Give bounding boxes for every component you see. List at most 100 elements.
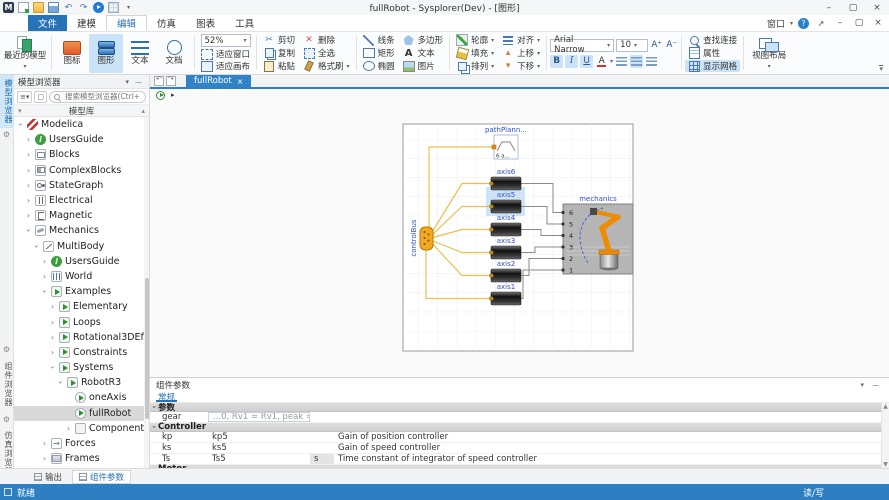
bottom-tab-component-parameters[interactable]: 组件参数 (72, 470, 131, 484)
document-tab-fullRobot[interactable]: fullRobot × (186, 75, 251, 87)
open-icon[interactable] (33, 2, 44, 13)
tree-scrollbar-thumb[interactable] (145, 278, 149, 418)
grow-font-button[interactable]: A⁺ (650, 39, 663, 52)
align-center-button[interactable] (630, 55, 643, 68)
fit-canvas-button[interactable]: 适应画布 (198, 60, 253, 72)
tree-item-Systems[interactable]: ›Systems (14, 360, 149, 375)
collapse-all-button[interactable]: ▢ (34, 91, 47, 103)
bottom-tab-output[interactable]: 输出 (28, 470, 68, 484)
line-button[interactable]: 线条 (360, 34, 398, 46)
param-row-Ts[interactable]: TsTs5sTime constant of integrator of spe… (150, 454, 889, 465)
tree-item-Blocks[interactable]: ›Blocks (14, 147, 149, 162)
menu-tab-4[interactable]: 工具 (225, 15, 264, 31)
param-value[interactable]: Ts5 (208, 454, 310, 464)
mdi-restore-button[interactable]: ▢ (852, 18, 866, 28)
close-tab-icon[interactable]: × (237, 77, 244, 86)
tree-collapsed-icon[interactable]: › (49, 334, 56, 341)
search-input[interactable] (63, 91, 141, 102)
tree-collapsed-icon[interactable]: › (25, 212, 32, 219)
tree-collapsed-icon[interactable]: › (25, 197, 32, 204)
move-up-button[interactable]: 上移▾ (499, 47, 543, 59)
param-section-参数[interactable]: ›参数 (150, 403, 889, 412)
tree-collapsed-icon[interactable]: › (41, 455, 48, 462)
search-box[interactable] (49, 91, 146, 103)
recent-models-button[interactable]: 最近的模型 ▾ (2, 34, 48, 73)
delete-button[interactable]: 删除 (300, 34, 353, 46)
save-icon[interactable] (48, 2, 59, 13)
font-color-button[interactable]: A (595, 55, 608, 68)
tree-collapsed-icon[interactable]: › (49, 349, 56, 356)
tree-item-Components[interactable]: ›Components (14, 421, 149, 436)
show-grid-button[interactable]: 显示网格 (685, 60, 740, 72)
panel-menu-icon[interactable]: ▾ (122, 78, 132, 86)
scroll-down-icon[interactable]: ▼ (883, 461, 888, 468)
float-window-button[interactable]: ↗ (814, 19, 828, 28)
tree-expanded-icon[interactable]: › (33, 243, 40, 250)
tree-collapsed-icon[interactable]: › (41, 258, 48, 265)
find-connection-button[interactable]: 查找连接 (685, 34, 740, 46)
gear-icon[interactable]: ⚙ (0, 345, 13, 354)
diagram-view-button[interactable]: 图形 (89, 34, 123, 73)
param-row-kp[interactable]: kpkp5Gain of position controller (150, 432, 889, 443)
panel-menu-icon[interactable]: ▾ (856, 381, 868, 389)
param-value[interactable]: ...0, Rv1 = Rv1, peak = peak, i = ratio) (208, 412, 310, 422)
gear-icon[interactable]: ⚙ (0, 415, 13, 424)
tree-item-Magnetic[interactable]: ›Magnetic (14, 208, 149, 223)
move-down-button[interactable]: 下移▾ (499, 60, 543, 72)
back-page-icon[interactable] (154, 76, 164, 86)
tree-collapsed-icon[interactable]: › (25, 182, 32, 189)
cut-button[interactable]: 剪切 (260, 34, 298, 46)
parameters-scrollbar[interactable]: ▲ ▼ (881, 403, 889, 468)
tab-general[interactable]: 常规 (156, 391, 177, 402)
tree-view-mode-button[interactable]: ≡▾ (17, 91, 32, 103)
align-left-button[interactable] (615, 55, 628, 68)
tree-expanded-icon[interactable]: › (25, 227, 32, 234)
tree-collapsed-icon[interactable]: › (25, 151, 32, 158)
translate-icon[interactable] (108, 2, 119, 13)
vertical-tab-component-browser[interactable]: 组件浏览器 (0, 358, 14, 411)
align-right-button[interactable] (645, 55, 658, 68)
tree-collapsed-icon[interactable]: › (49, 303, 56, 310)
tree-expanded-icon[interactable]: › (57, 379, 64, 386)
customize-toolbar-icon[interactable]: ▾ (123, 2, 134, 13)
view-layout-button[interactable]: 视图布局 ▾ (747, 34, 791, 73)
panel-collapse-icon[interactable]: — (868, 381, 883, 389)
tree-item-oneAxis[interactable]: oneAxis (14, 390, 149, 405)
tree-collapsed-icon[interactable]: › (25, 167, 32, 174)
panel-collapse-icon[interactable]: — (132, 78, 145, 86)
scroll-up-icon[interactable]: ▲ (883, 403, 888, 410)
polygon-button[interactable]: 多边形 (400, 34, 447, 46)
tree-scrollbar[interactable] (144, 117, 149, 468)
mdi-close-button[interactable]: × (871, 18, 885, 28)
fit-window-button[interactable]: 适应窗口 (198, 48, 253, 60)
param-row-gear[interactable]: gear...0, Rv1 = Rv1, peak = peak, i = ra… (150, 412, 889, 423)
collapse-ribbon-icon[interactable]: ▾ (879, 65, 883, 72)
forward-page-icon[interactable] (166, 76, 176, 86)
tree-item-Modelica[interactable]: ›Modelica (14, 117, 149, 132)
bold-button[interactable]: B (550, 55, 563, 68)
tree-item-ComplexBlocks[interactable]: ›ComplexBlocks (14, 163, 149, 178)
zoom-select[interactable]: 52% ▾ (201, 34, 251, 47)
font-color-caret-icon[interactable]: ▾ (610, 58, 613, 65)
tree-item-fullRobot[interactable]: fullRobot (14, 406, 149, 421)
tree-item-RobotR3[interactable]: ›RobotR3 (14, 375, 149, 390)
tree-item-World[interactable]: ›World (14, 269, 149, 284)
menu-tab-0[interactable]: 建模 (67, 15, 106, 31)
window-menu-button[interactable]: 窗口 (767, 17, 785, 30)
tree-item-UsersGuide[interactable]: ›UsersGuide (14, 132, 149, 147)
icon-view-button[interactable]: 图标 (55, 34, 89, 73)
minimize-button[interactable]: – (817, 0, 841, 15)
param-value[interactable]: kp5 (208, 432, 310, 442)
image-button[interactable]: 图片 (400, 60, 447, 72)
tree-item-MultiBody[interactable]: ›MultiBody (14, 239, 149, 254)
mechanics-block[interactable]: mechanics654321 (561, 195, 633, 274)
tree-collapsed-icon[interactable]: › (25, 136, 32, 143)
tree-item-UsersGuide[interactable]: ›UsersGuide (14, 254, 149, 269)
tree-collapsed-icon[interactable]: › (41, 440, 48, 447)
fill-button[interactable]: 填充▾ (453, 47, 497, 59)
tree-collapsed-icon[interactable]: › (49, 319, 56, 326)
rect-button[interactable]: 矩形 (360, 47, 398, 59)
underline-button[interactable]: U (580, 55, 593, 68)
text-button[interactable]: 文本 (400, 47, 447, 59)
ellipse-button[interactable]: 椭圆 (360, 60, 398, 72)
